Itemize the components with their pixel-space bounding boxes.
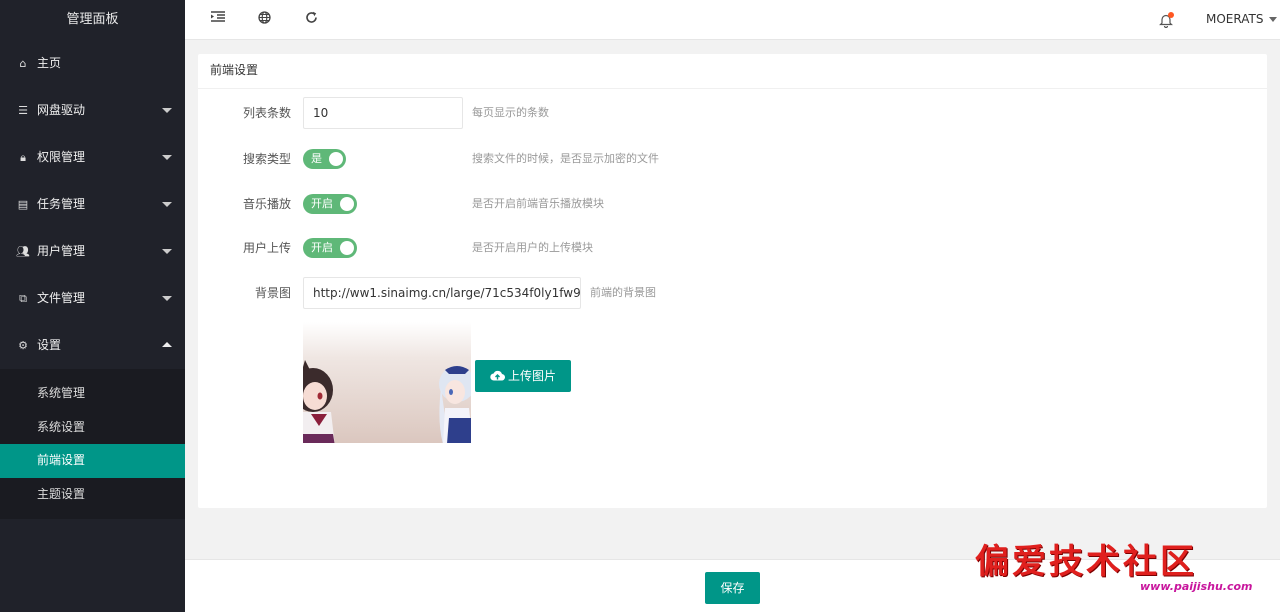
field-label: 用户上传 <box>242 241 291 255</box>
anime-girl-left-image <box>303 360 335 443</box>
sidebar-subitem-system-manage[interactable]: 系统管理 <box>0 377 185 411</box>
field-row-upload: 用户上传 开启 是否开启用户的上传模块 <box>198 232 1267 264</box>
tasks-icon: ▤ <box>17 198 29 211</box>
field-label: 列表条数 <box>242 106 291 120</box>
field-tip: 是否开启前端音乐播放模块 <box>472 197 604 210</box>
settings-submenu: 系统管理 系统设置 前端设置 主题设置 <box>0 369 185 519</box>
refresh-icon[interactable] <box>302 11 320 29</box>
field-tip: 前端的背景图 <box>590 286 656 299</box>
field-row-page-size: 列表条数 10 每页显示的条数 <box>198 97 1267 129</box>
sidebar: 管理面板 ⌂ 主页 ☰ 网盘驱动 🔒︎ 权限管理 ▤ 任务管理 👥︎ 用户管理 ⧉ 文件管理… <box>0 0 185 612</box>
sidebar-item-label: 任务管理 <box>37 197 86 211</box>
anime-girl-right-image <box>439 366 471 443</box>
watermark: 偏爱技术社区 www.paijishu.com <box>975 534 1275 602</box>
sidebar-item-label: 主页 <box>37 56 62 70</box>
switch-knob <box>329 152 343 166</box>
card-title: 前端设置 <box>198 54 1267 89</box>
background-url-input[interactable]: http://ww1.sinaimg.cn/large/71c534f0ly1f… <box>303 277 581 309</box>
sidebar-item-tasks[interactable]: ▤ 任务管理 <box>0 181 185 228</box>
sidebar-item-label: 网盘驱动 <box>37 103 86 117</box>
sidebar-item-drives[interactable]: ☰ 网盘驱动 <box>0 87 185 134</box>
sidebar-item-settings[interactable]: ⚙ 设置 <box>0 322 185 369</box>
switch-knob <box>340 241 354 255</box>
field-label: 音乐播放 <box>242 197 291 211</box>
upload-button-label: 上传图片 <box>507 369 556 383</box>
chevron-down-icon <box>162 108 172 113</box>
list-icon: ☰ <box>18 104 28 117</box>
field-label: 背景图 <box>254 286 291 300</box>
chevron-down-icon <box>162 155 172 160</box>
field-label: 搜索类型 <box>242 152 291 166</box>
page-size-input[interactable]: 10 <box>303 97 463 129</box>
upload-image-button[interactable]: 上传图片 <box>475 360 571 392</box>
field-tip: 是否开启用户的上传模块 <box>472 241 593 254</box>
menu-indent-icon[interactable] <box>209 11 227 29</box>
brand-title: 管理面板 <box>66 12 119 27</box>
sidebar-item-label: 设置 <box>37 338 62 352</box>
chevron-down-icon <box>162 296 172 301</box>
sidebar-item-label: 用户管理 <box>37 244 86 258</box>
sidebar-subitem-theme-settings[interactable]: 主题设置 <box>0 478 185 512</box>
home-icon: ⌂ <box>19 57 27 70</box>
sidebar-item-label: 权限管理 <box>37 150 86 164</box>
user-menu[interactable]: MOERATS <box>1206 12 1278 26</box>
sidebar-subitem-frontend-settings[interactable]: 前端设置 <box>0 444 185 478</box>
sidebar-item-files[interactable]: ⧉ 文件管理 <box>0 275 185 322</box>
cloud-upload-icon <box>490 370 505 381</box>
upload-switch[interactable]: 开启 <box>303 238 357 258</box>
sidebar-item-permissions[interactable]: 🔒︎ 权限管理 <box>0 134 185 181</box>
switch-text: 开启 <box>311 197 333 210</box>
field-tip: 搜索文件的时候，是否显示加密的文件 <box>472 152 659 165</box>
sidebar-subitem-system-settings[interactable]: 系统设置 <box>0 411 185 445</box>
username: MOERATS <box>1206 12 1264 26</box>
sidebar-item-home[interactable]: ⌂ 主页 <box>0 40 185 87</box>
chevron-up-icon <box>162 342 172 347</box>
search-type-switch[interactable]: 是 <box>303 149 346 169</box>
sidebar-item-label: 文件管理 <box>37 291 86 305</box>
save-button[interactable]: 保存 <box>705 572 760 604</box>
gear-icon: ⚙ <box>18 339 28 352</box>
bell-icon[interactable] <box>1158 11 1176 29</box>
files-icon: ⧉ <box>19 292 27 305</box>
chevron-down-icon <box>1269 17 1278 22</box>
users-icon: 👥︎ <box>16 245 30 258</box>
lock-icon: 🔒︎ <box>20 151 26 164</box>
chevron-down-icon <box>162 202 172 207</box>
background-preview-image <box>303 322 471 443</box>
switch-knob <box>340 197 354 211</box>
music-switch[interactable]: 开启 <box>303 194 357 214</box>
field-row-search-type: 搜索类型 是 搜索文件的时候，是否显示加密的文件 <box>198 143 1267 175</box>
chevron-down-icon <box>162 249 172 254</box>
field-row-background: 背景图 http://ww1.sinaimg.cn/large/71c534f0… <box>198 277 1267 309</box>
switch-text: 开启 <box>311 241 333 254</box>
field-tip: 每页显示的条数 <box>472 106 549 119</box>
switch-text: 是 <box>311 152 322 165</box>
sidebar-item-users[interactable]: 👥︎ 用户管理 <box>0 228 185 275</box>
top-header: MOERATS <box>185 0 1280 40</box>
notification-badge <box>1168 12 1174 18</box>
frontend-settings-card: 前端设置 列表条数 10 每页显示的条数 搜索类型 是 搜索文件的时候，是否显示… <box>198 54 1267 508</box>
globe-icon[interactable] <box>255 11 273 29</box>
field-row-music: 音乐播放 开启 是否开启前端音乐播放模块 <box>198 188 1267 220</box>
watermark-title: 偏爱技术社区 <box>975 542 1197 582</box>
watermark-url: www.paijishu.com <box>1140 580 1253 593</box>
